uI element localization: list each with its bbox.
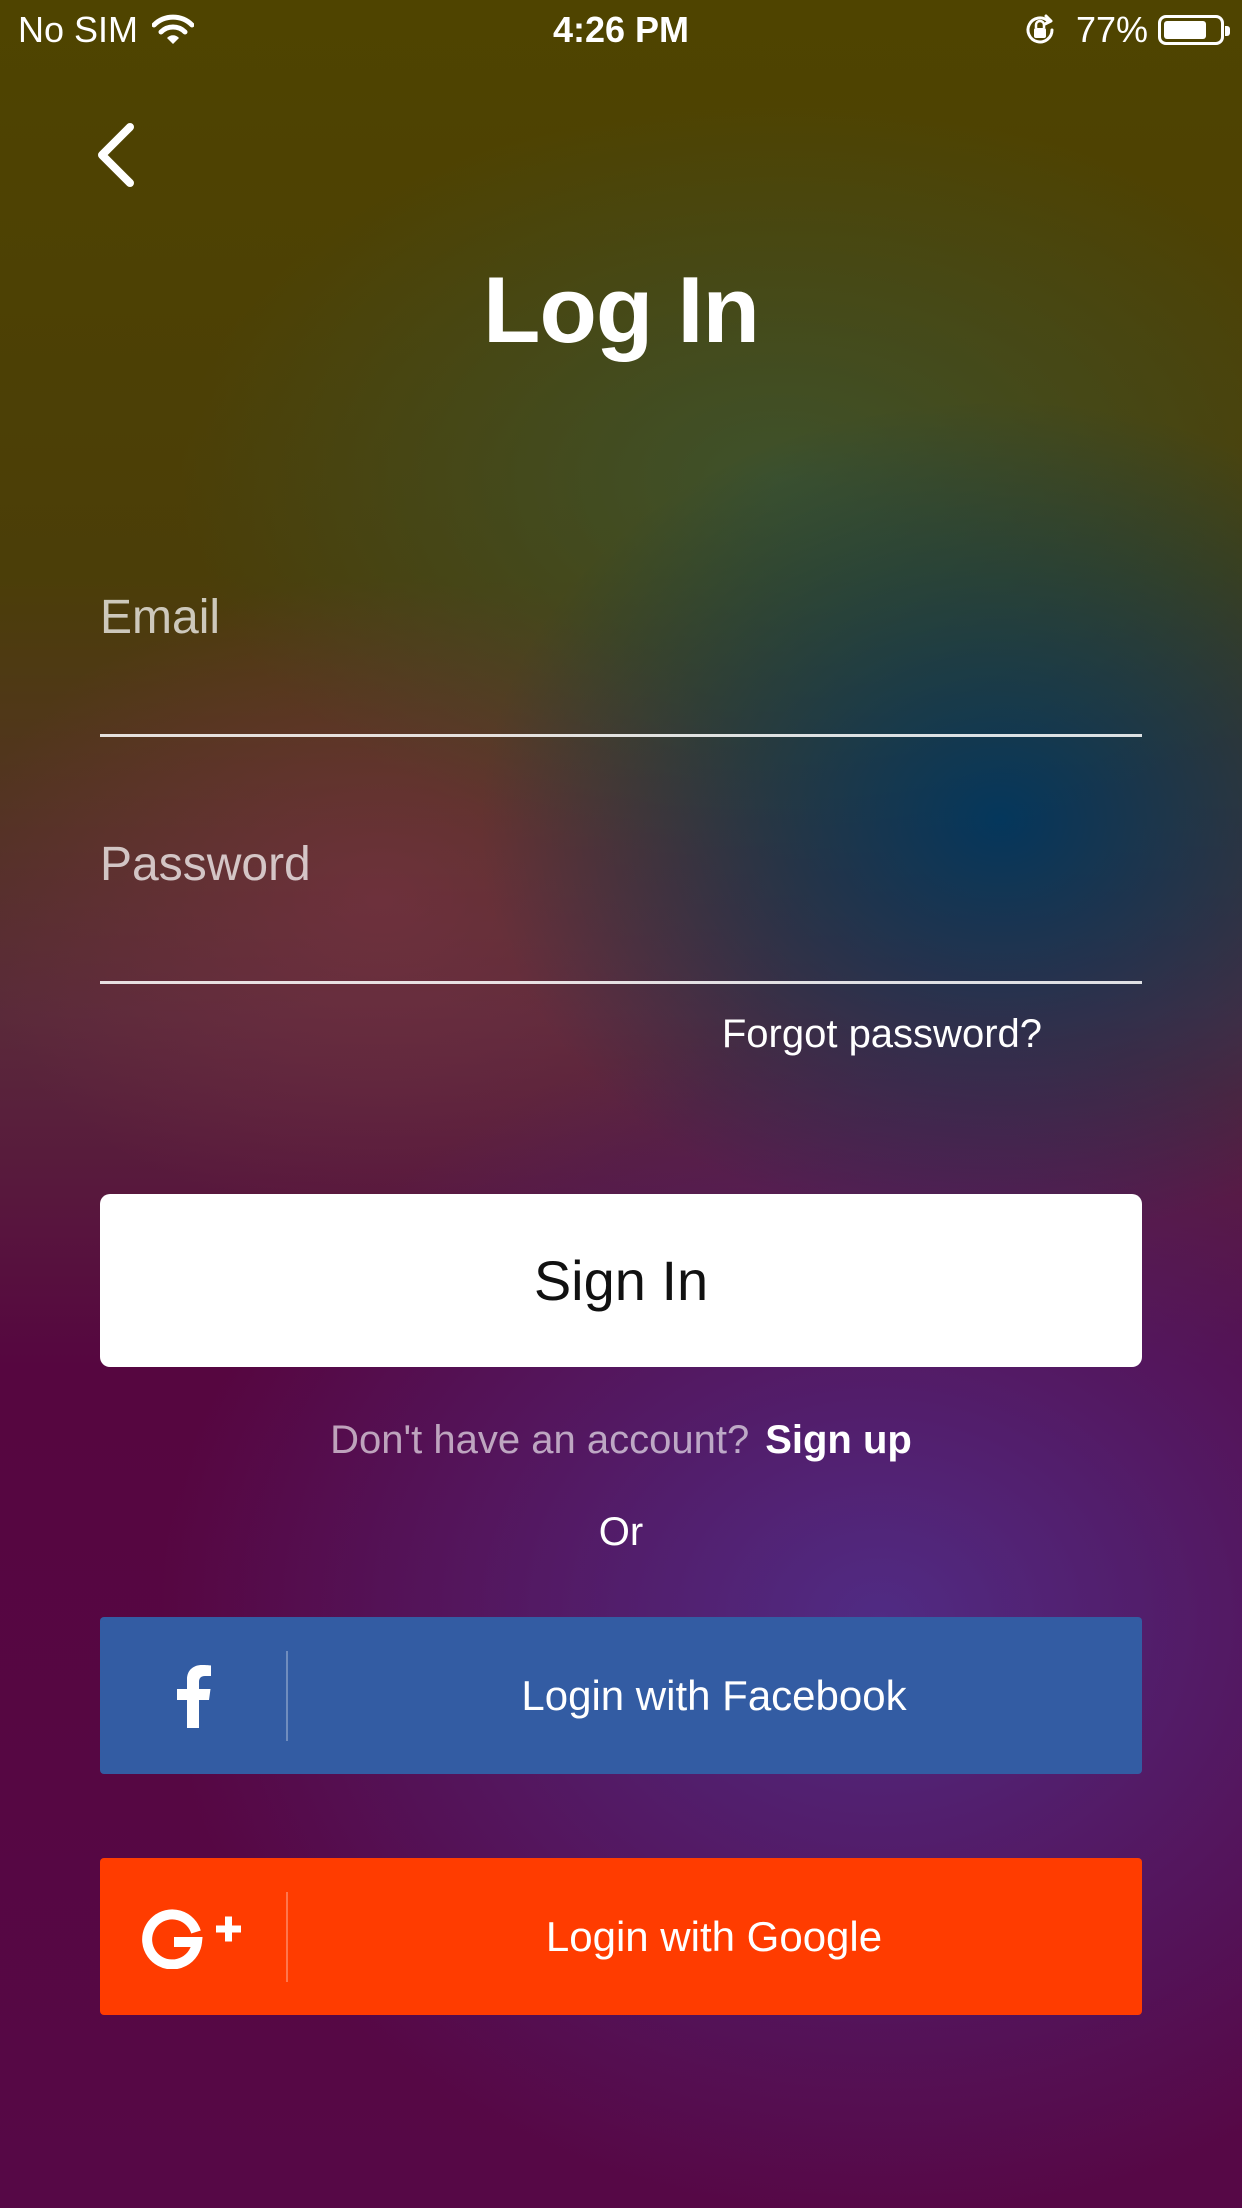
email-field-wrapper — [100, 590, 1142, 737]
battery-cap — [1225, 26, 1230, 36]
battery-fill — [1164, 21, 1206, 39]
google-icon-wrapper — [100, 1858, 286, 2015]
status-right: 77% — [1022, 8, 1230, 52]
signup-row: Don't have an account? Sign up — [0, 1412, 1242, 1468]
or-divider-text: Or — [598, 1510, 644, 1554]
battery-icon — [1158, 15, 1230, 45]
password-field-wrapper — [100, 837, 1142, 984]
password-underline — [100, 981, 1142, 984]
facebook-label: Login with Facebook — [521, 1671, 907, 1719]
sign-up-link[interactable]: Sign up — [765, 1418, 912, 1463]
email-underline — [100, 734, 1142, 737]
page-title: Log In — [483, 257, 760, 362]
forgot-password-link[interactable]: Forgot password? — [722, 1012, 1042, 1057]
password-field[interactable] — [100, 837, 1142, 892]
facebook-icon — [177, 1664, 211, 1728]
status-bar: No SIM 4:26 PM 77% — [0, 0, 1242, 60]
battery-percent: 77% — [1075, 9, 1148, 50]
google-login-button[interactable]: Login with Google — [100, 1858, 1142, 2015]
email-field[interactable] — [100, 590, 1142, 645]
sign-in-label: Sign In — [533, 1249, 709, 1312]
back-button[interactable] — [80, 115, 150, 195]
facebook-icon-wrapper — [100, 1617, 286, 1774]
signup-prompt: Don't have an account? — [330, 1417, 750, 1462]
sign-in-button[interactable]: Sign In — [100, 1194, 1142, 1367]
google-label: Login with Google — [545, 1912, 883, 1960]
facebook-login-button[interactable]: Login with Facebook — [100, 1617, 1142, 1774]
orientation-lock-icon — [1026, 14, 1054, 44]
chevron-left-icon — [98, 123, 134, 187]
google-plus-icon — [142, 1908, 241, 1969]
